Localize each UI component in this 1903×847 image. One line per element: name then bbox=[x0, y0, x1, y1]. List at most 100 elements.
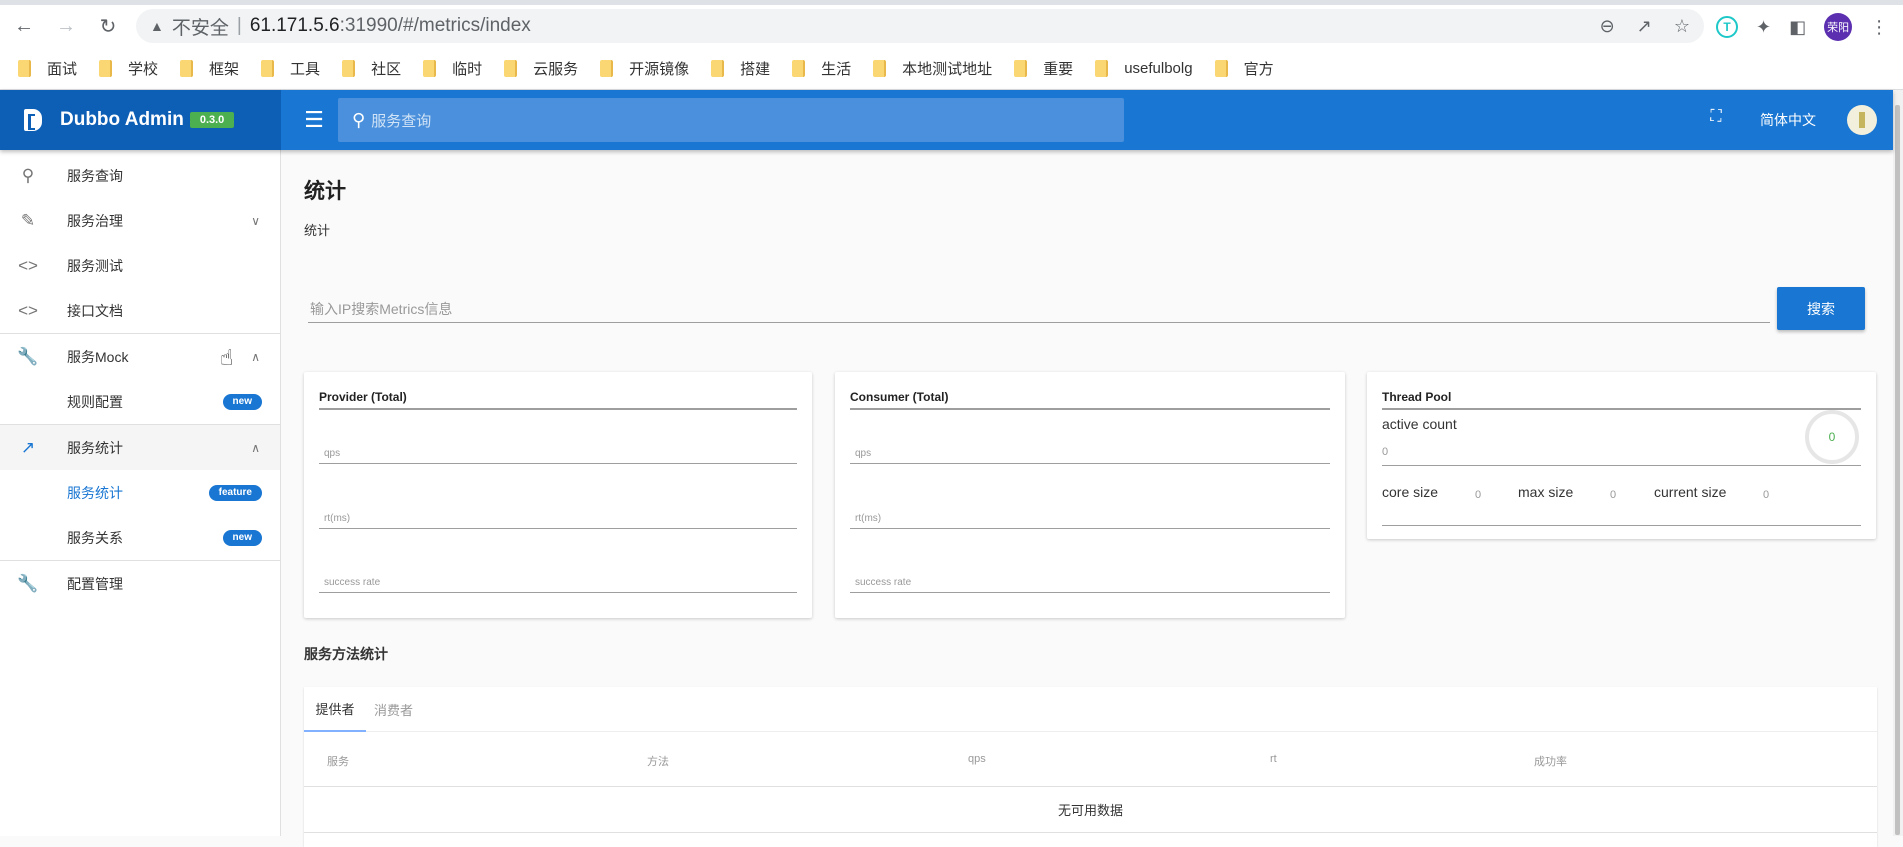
sidebar: ⚲ 服务查询 ✎ 服务治理 ∨ <> 服务测试 <> 接口文档 🔧 服务Mock… bbox=[0, 150, 281, 836]
max-size-value: 0 bbox=[1610, 489, 1617, 501]
sidebar-item-service-governance[interactable]: ✎ 服务治理 ∨ bbox=[0, 198, 280, 243]
empty-state: 无可用数据 bbox=[304, 787, 1877, 833]
forward-button[interactable]: → bbox=[48, 11, 84, 41]
sidebar-item-label: 服务治理 bbox=[67, 212, 123, 229]
tab-consumer[interactable]: 消费者 bbox=[366, 687, 421, 732]
bookmark-label: 云服务 bbox=[533, 60, 579, 78]
bookmark-label: 工具 bbox=[290, 60, 321, 78]
bookmark-label: 框架 bbox=[209, 60, 240, 78]
bookmark-folder[interactable]: 本地测试地址 bbox=[873, 58, 992, 79]
reload-button[interactable]: ↻ bbox=[90, 11, 126, 41]
scrollbar-thumb[interactable] bbox=[1895, 105, 1900, 835]
column-header-qps[interactable]: qps bbox=[968, 753, 986, 765]
user-avatar[interactable] bbox=[1847, 105, 1877, 135]
bookmark-folder[interactable]: 临时 bbox=[423, 58, 482, 79]
bookmark-folder[interactable]: 官方 bbox=[1214, 58, 1274, 79]
column-header-rt[interactable]: rt bbox=[1270, 753, 1277, 765]
consumer-qps-field[interactable]: qps bbox=[850, 438, 1330, 464]
thread-pool-card: Thread Pool active count 0 0 core size 0… bbox=[1367, 372, 1876, 539]
consumer-success-rate-field[interactable]: success rate bbox=[850, 567, 1330, 593]
translate-extension-icon[interactable]: T bbox=[1716, 16, 1738, 38]
sidebar-item-label: 服务测试 bbox=[67, 257, 123, 274]
bookmark-folder[interactable]: 学校 bbox=[99, 58, 158, 79]
extensions-puzzle-icon[interactable]: ✦ bbox=[1756, 17, 1771, 38]
sidebar-item-label: 配置管理 bbox=[67, 575, 123, 592]
folder-icon bbox=[873, 59, 887, 77]
gauge-value: 0 bbox=[1828, 430, 1836, 444]
bookmark-folder[interactable]: 生活 bbox=[792, 58, 851, 79]
search-icon: ⚲ bbox=[21, 165, 35, 185]
ip-search-input[interactable]: 输入IP搜索Metrics信息 bbox=[308, 293, 1770, 323]
sidebar-item-api-docs[interactable]: <> 接口文档 bbox=[0, 288, 280, 333]
divider bbox=[1382, 465, 1861, 466]
folder-icon bbox=[423, 59, 437, 77]
divider bbox=[1382, 525, 1861, 526]
tab-provider[interactable]: 提供者 bbox=[304, 687, 366, 732]
core-size-label: core size bbox=[1382, 484, 1439, 500]
sidebar-item-service-search[interactable]: ⚲ 服务查询 bbox=[0, 153, 280, 198]
new-badge: new bbox=[222, 393, 262, 410]
bookmark-folder[interactable]: 框架 bbox=[180, 58, 239, 79]
url-host: 61.171.5.6 bbox=[249, 15, 340, 36]
sidebar-item-config-management[interactable]: 🔧 配置管理 bbox=[0, 561, 280, 606]
bookmark-folder[interactable]: 开源镜像 bbox=[600, 58, 689, 79]
back-button[interactable]: ← bbox=[6, 11, 42, 41]
folder-icon bbox=[1014, 59, 1028, 77]
browser-menu-icon[interactable]: ⋮ bbox=[1870, 17, 1888, 38]
bookmark-label: 搭建 bbox=[740, 60, 771, 78]
bookmark-folder[interactable]: 重要 bbox=[1014, 58, 1073, 79]
bookmark-star-icon[interactable]: ☆ bbox=[1674, 16, 1690, 37]
app-header: Dubbo Admin 0.3.0 ☰ ⚲ 服务查询 ⛶ 简体中文 bbox=[0, 90, 1893, 150]
profile-avatar[interactable]: 荣阳 bbox=[1824, 13, 1853, 41]
fullscreen-icon[interactable]: ⛶ bbox=[1705, 108, 1727, 130]
bookmark-folder[interactable]: 云服务 bbox=[504, 58, 578, 79]
bookmark-label: 面试 bbox=[47, 60, 78, 78]
sidebar-item-label: 规则配置 bbox=[67, 393, 123, 410]
current-size-value: 0 bbox=[1763, 489, 1770, 501]
dubbo-logo-icon bbox=[24, 109, 42, 131]
share-icon[interactable]: ↗ bbox=[1637, 16, 1652, 37]
bookmark-label: usefulbolg bbox=[1124, 59, 1193, 77]
bookmark-folder[interactable]: 搭建 bbox=[711, 58, 770, 79]
method-stats-table: 提供者 消费者 服务 方法 qps rt 成功率 无可用数据 bbox=[304, 687, 1877, 847]
search-button[interactable]: 搜索 bbox=[1777, 287, 1865, 330]
bookmarks-bar: 面试 学校 框架 工具 社区 临时 云服务 开源镜像 搭建 生活 本地测试地址 重要 usefulbol… bbox=[0, 47, 1903, 90]
zoom-out-icon[interactable]: ⊖ bbox=[1600, 16, 1615, 37]
folder-icon bbox=[1095, 59, 1109, 77]
url-separator: | bbox=[236, 15, 242, 36]
bookmark-folder[interactable]: 面试 bbox=[18, 58, 77, 79]
side-panel-icon[interactable]: ◧ bbox=[1789, 17, 1806, 38]
address-bar[interactable]: ▲ 不安全 | 61.171.5.6 :31990/#/metrics/inde… bbox=[136, 9, 1704, 43]
new-badge: new bbox=[222, 529, 262, 546]
active-count-gauge: 0 bbox=[1805, 410, 1859, 464]
bookmark-folder[interactable]: 社区 bbox=[342, 58, 401, 79]
provider-rt-field[interactable]: rt(ms) bbox=[319, 503, 797, 529]
sidebar-item-rule-config[interactable]: 规则配置 new bbox=[0, 379, 280, 424]
provider-qps-field[interactable]: qps bbox=[319, 438, 797, 464]
sidebar-item-service-test[interactable]: <> 服务测试 bbox=[0, 243, 280, 288]
bookmark-folder[interactable]: 工具 bbox=[261, 58, 320, 79]
column-header-success-rate[interactable]: 成功率 bbox=[1534, 753, 1567, 769]
bookmark-label: 本地测试地址 bbox=[902, 60, 993, 78]
sidebar-item-label: 服务关系 bbox=[67, 529, 123, 546]
sidebar-item-service-statistics[interactable]: 服务统计 feature bbox=[0, 470, 280, 515]
consumer-rt-field[interactable]: rt(ms) bbox=[850, 503, 1330, 529]
brand[interactable]: Dubbo Admin 0.3.0 bbox=[0, 90, 281, 150]
provider-success-rate-field[interactable]: success rate bbox=[319, 567, 797, 593]
hamburger-menu-icon[interactable]: ☰ bbox=[302, 108, 326, 132]
service-search-input[interactable]: ⚲ 服务查询 bbox=[338, 98, 1124, 142]
sidebar-item-service-relation[interactable]: 服务关系 new bbox=[0, 515, 280, 560]
folder-icon bbox=[711, 59, 725, 77]
sidebar-item-service-mock[interactable]: 🔧 服务Mock ∧ bbox=[0, 334, 280, 379]
wrench-icon: 🔧 bbox=[17, 346, 39, 366]
main-content: 统计 统计 输入IP搜索Metrics信息 搜索 Provider (Total… bbox=[282, 150, 1893, 847]
page-scrollbar[interactable] bbox=[1893, 90, 1903, 836]
language-switcher[interactable]: 简体中文 bbox=[1760, 110, 1816, 130]
sidebar-item-service-statistics-group[interactable]: ↗ 服务统计 ∧ bbox=[0, 425, 280, 470]
app-title: Dubbo Admin bbox=[60, 109, 184, 130]
column-header-method[interactable]: 方法 bbox=[647, 753, 669, 769]
folder-icon bbox=[99, 59, 113, 77]
bookmark-folder[interactable]: usefulbolg bbox=[1095, 59, 1193, 77]
folder-icon bbox=[180, 59, 194, 77]
column-header-service[interactable]: 服务 bbox=[327, 753, 349, 769]
